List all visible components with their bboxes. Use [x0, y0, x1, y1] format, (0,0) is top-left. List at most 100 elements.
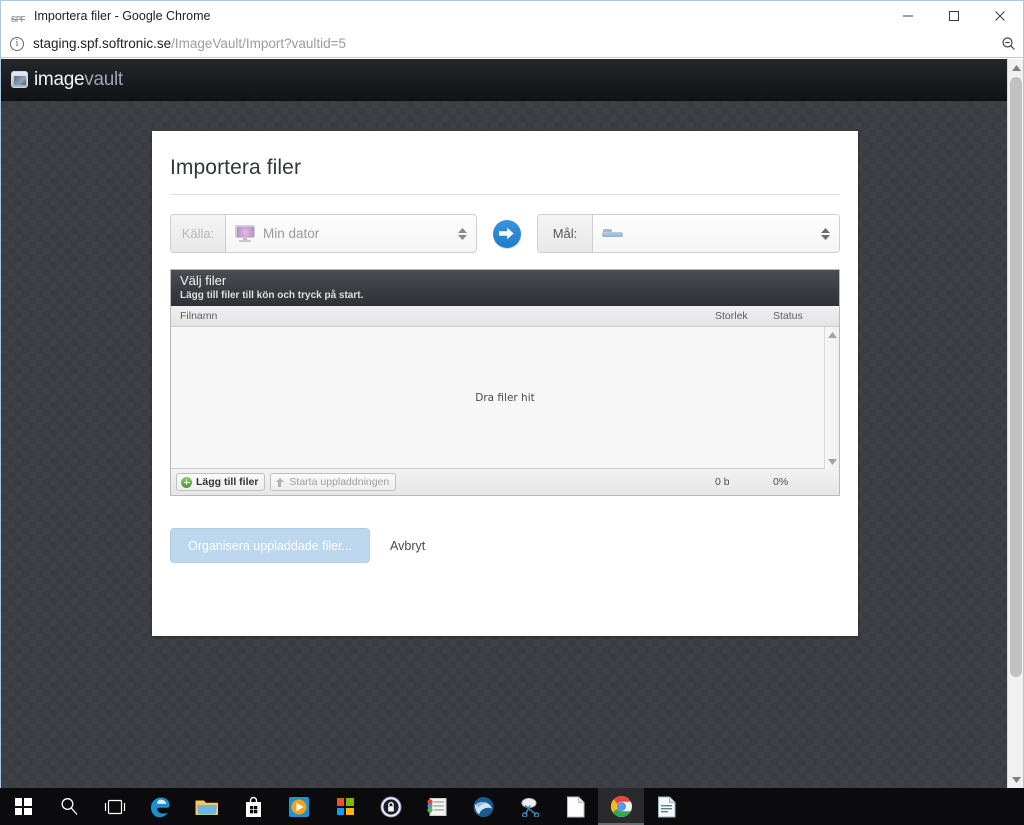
file-explorer-button[interactable] — [184, 788, 230, 825]
source-select[interactable]: Källa: Min dator — [170, 214, 477, 253]
source-stepper-icon[interactable] — [457, 227, 467, 240]
import-dialog-card: Importera filer Källa: Min dator Mål: Vä… — [152, 131, 858, 636]
page-title: Importera filer — [170, 156, 302, 179]
folder-icon — [601, 227, 623, 241]
scroll-up-icon[interactable] — [825, 327, 840, 342]
target-label: Mål: — [537, 215, 593, 252]
scissors-icon — [521, 797, 539, 817]
chrome-button[interactable] — [598, 788, 644, 825]
colored-list-icon — [427, 797, 447, 816]
cancel-label: Avbryt — [390, 538, 426, 553]
info-icon[interactable]: i — [10, 36, 24, 51]
target-field[interactable] — [592, 215, 839, 252]
column-header-size: Storlek — [715, 310, 748, 322]
uploader-column-headers: Filnamn Storlek Status — [171, 306, 839, 327]
add-files-button[interactable]: Lägg till filer — [176, 473, 266, 491]
start-upload-label: Starta uppladdningen — [289, 476, 390, 488]
go-button[interactable] — [492, 219, 521, 248]
store-bag-icon — [245, 796, 261, 817]
page-scroll-up-icon[interactable] — [1008, 59, 1023, 76]
target-select[interactable]: Mål: — [536, 214, 840, 253]
site-header: imagevault — [1, 59, 1007, 101]
add-files-label: Lägg till filer — [196, 476, 259, 488]
windows-logo-icon — [14, 798, 32, 815]
windows-taskbar — [0, 788, 1024, 825]
source-value: Min dator — [263, 226, 320, 241]
app-button[interactable] — [414, 788, 460, 825]
file-uploader: Välj filer Lägg till filer till kön och … — [170, 269, 840, 496]
url-text[interactable]: staging.spf.softronic.se/ImageVault/Impo… — [33, 36, 993, 51]
selector-row: Källa: Min dator Mål: — [170, 212, 840, 255]
text-document-icon — [658, 796, 676, 817]
bird-icon — [473, 796, 493, 817]
thunderbird-button[interactable] — [460, 788, 506, 825]
page-scroll-down-icon[interactable] — [1008, 771, 1023, 788]
imagevault-logo-icon — [11, 71, 28, 88]
cancel-link[interactable]: Avbryt — [390, 539, 425, 553]
address-bar[interactable]: i staging.spf.softronic.se/ImageVault/Im… — [1, 30, 1023, 58]
page-scroll-thumb[interactable] — [1010, 77, 1022, 677]
upload-arrow-icon — [275, 477, 284, 488]
target-stepper-icon[interactable] — [821, 227, 830, 240]
source-field[interactable]: Min dator — [226, 215, 476, 252]
task-view-icon — [104, 799, 126, 814]
document-button[interactable] — [552, 788, 598, 825]
logo-text-part1: image — [34, 68, 85, 90]
start-upload-button[interactable]: Starta uppladdningen — [270, 473, 397, 491]
url-host: staging.spf.softronic.se — [33, 36, 172, 51]
uploader-subheading: Lägg till filer till kön och tryck på st… — [180, 290, 364, 301]
lock-icon — [380, 796, 402, 817]
browser-window: SPF Importera filer - Google Chrome i st… — [0, 0, 1024, 788]
minimize-button[interactable] — [885, 1, 931, 30]
dialog-actions: Organisera uppladdade filer... Avbryt — [170, 528, 840, 563]
writer-button[interactable] — [644, 788, 690, 825]
uploader-scrollbar[interactable] — [824, 327, 839, 469]
page-body: imagevault Importera filer Källa: Min da… — [1, 59, 1007, 788]
url-path: /ImageVault/Import?vaultid=5 — [171, 36, 347, 51]
source-label: Källa: — [171, 215, 226, 252]
start-button[interactable] — [0, 788, 46, 825]
office-button[interactable] — [322, 788, 368, 825]
plus-icon — [181, 476, 192, 488]
favicon-label: SPF — [11, 15, 26, 24]
search-icon — [61, 798, 77, 815]
close-button[interactable] — [977, 1, 1023, 30]
web-viewport: imagevault Importera filer Källa: Min da… — [1, 59, 1023, 788]
media-player-button[interactable] — [276, 788, 322, 825]
tab-favicon-icon: SPF — [11, 9, 27, 24]
edge-icon — [151, 797, 170, 817]
monitor-icon — [235, 225, 255, 242]
uploader-dropzone[interactable]: Dra filer hit — [171, 327, 839, 469]
imagevault-logo[interactable]: imagevault — [11, 69, 123, 91]
dropzone-label: Dra filer hit — [475, 391, 535, 404]
microsoft-store-button[interactable] — [230, 788, 276, 825]
microsoft-logo-icon — [336, 798, 354, 815]
imagevault-logo-text: imagevault — [34, 69, 123, 91]
task-view-button[interactable] — [92, 788, 138, 825]
search-button[interactable] — [46, 788, 92, 825]
title-bar: SPF Importera filer - Google Chrome — [1, 1, 1023, 30]
total-percent-value: 0% — [773, 476, 789, 488]
password-manager-button[interactable] — [368, 788, 414, 825]
play-icon — [289, 796, 309, 817]
scroll-down-icon[interactable] — [825, 454, 840, 469]
page-scrollbar[interactable] — [1007, 59, 1023, 788]
column-header-filename: Filnamn — [180, 310, 218, 322]
arrow-right-icon — [499, 227, 515, 240]
uploader-header: Välj filer Lägg till filer till kön och … — [171, 270, 839, 306]
edge-button[interactable] — [138, 788, 184, 825]
chrome-icon — [610, 795, 632, 817]
zoom-out-icon[interactable] — [993, 36, 1023, 51]
organise-uploaded-files-button[interactable]: Organisera uppladdade filer... — [170, 528, 370, 563]
title-divider — [170, 194, 840, 195]
blank-page-icon — [566, 796, 584, 817]
column-header-status: Status — [773, 310, 803, 322]
total-size-value: 0 b — [715, 476, 730, 488]
folder-icon — [195, 800, 218, 815]
logo-text-part2: vault — [84, 68, 123, 90]
snipping-tool-button[interactable] — [506, 788, 552, 825]
window-title: Importera filer - Google Chrome — [34, 8, 211, 23]
uploader-footer: Lägg till filer Starta uppladdningen 0 b… — [171, 469, 839, 495]
maximize-button[interactable] — [931, 1, 977, 30]
uploader-heading: Välj filer — [180, 273, 227, 288]
